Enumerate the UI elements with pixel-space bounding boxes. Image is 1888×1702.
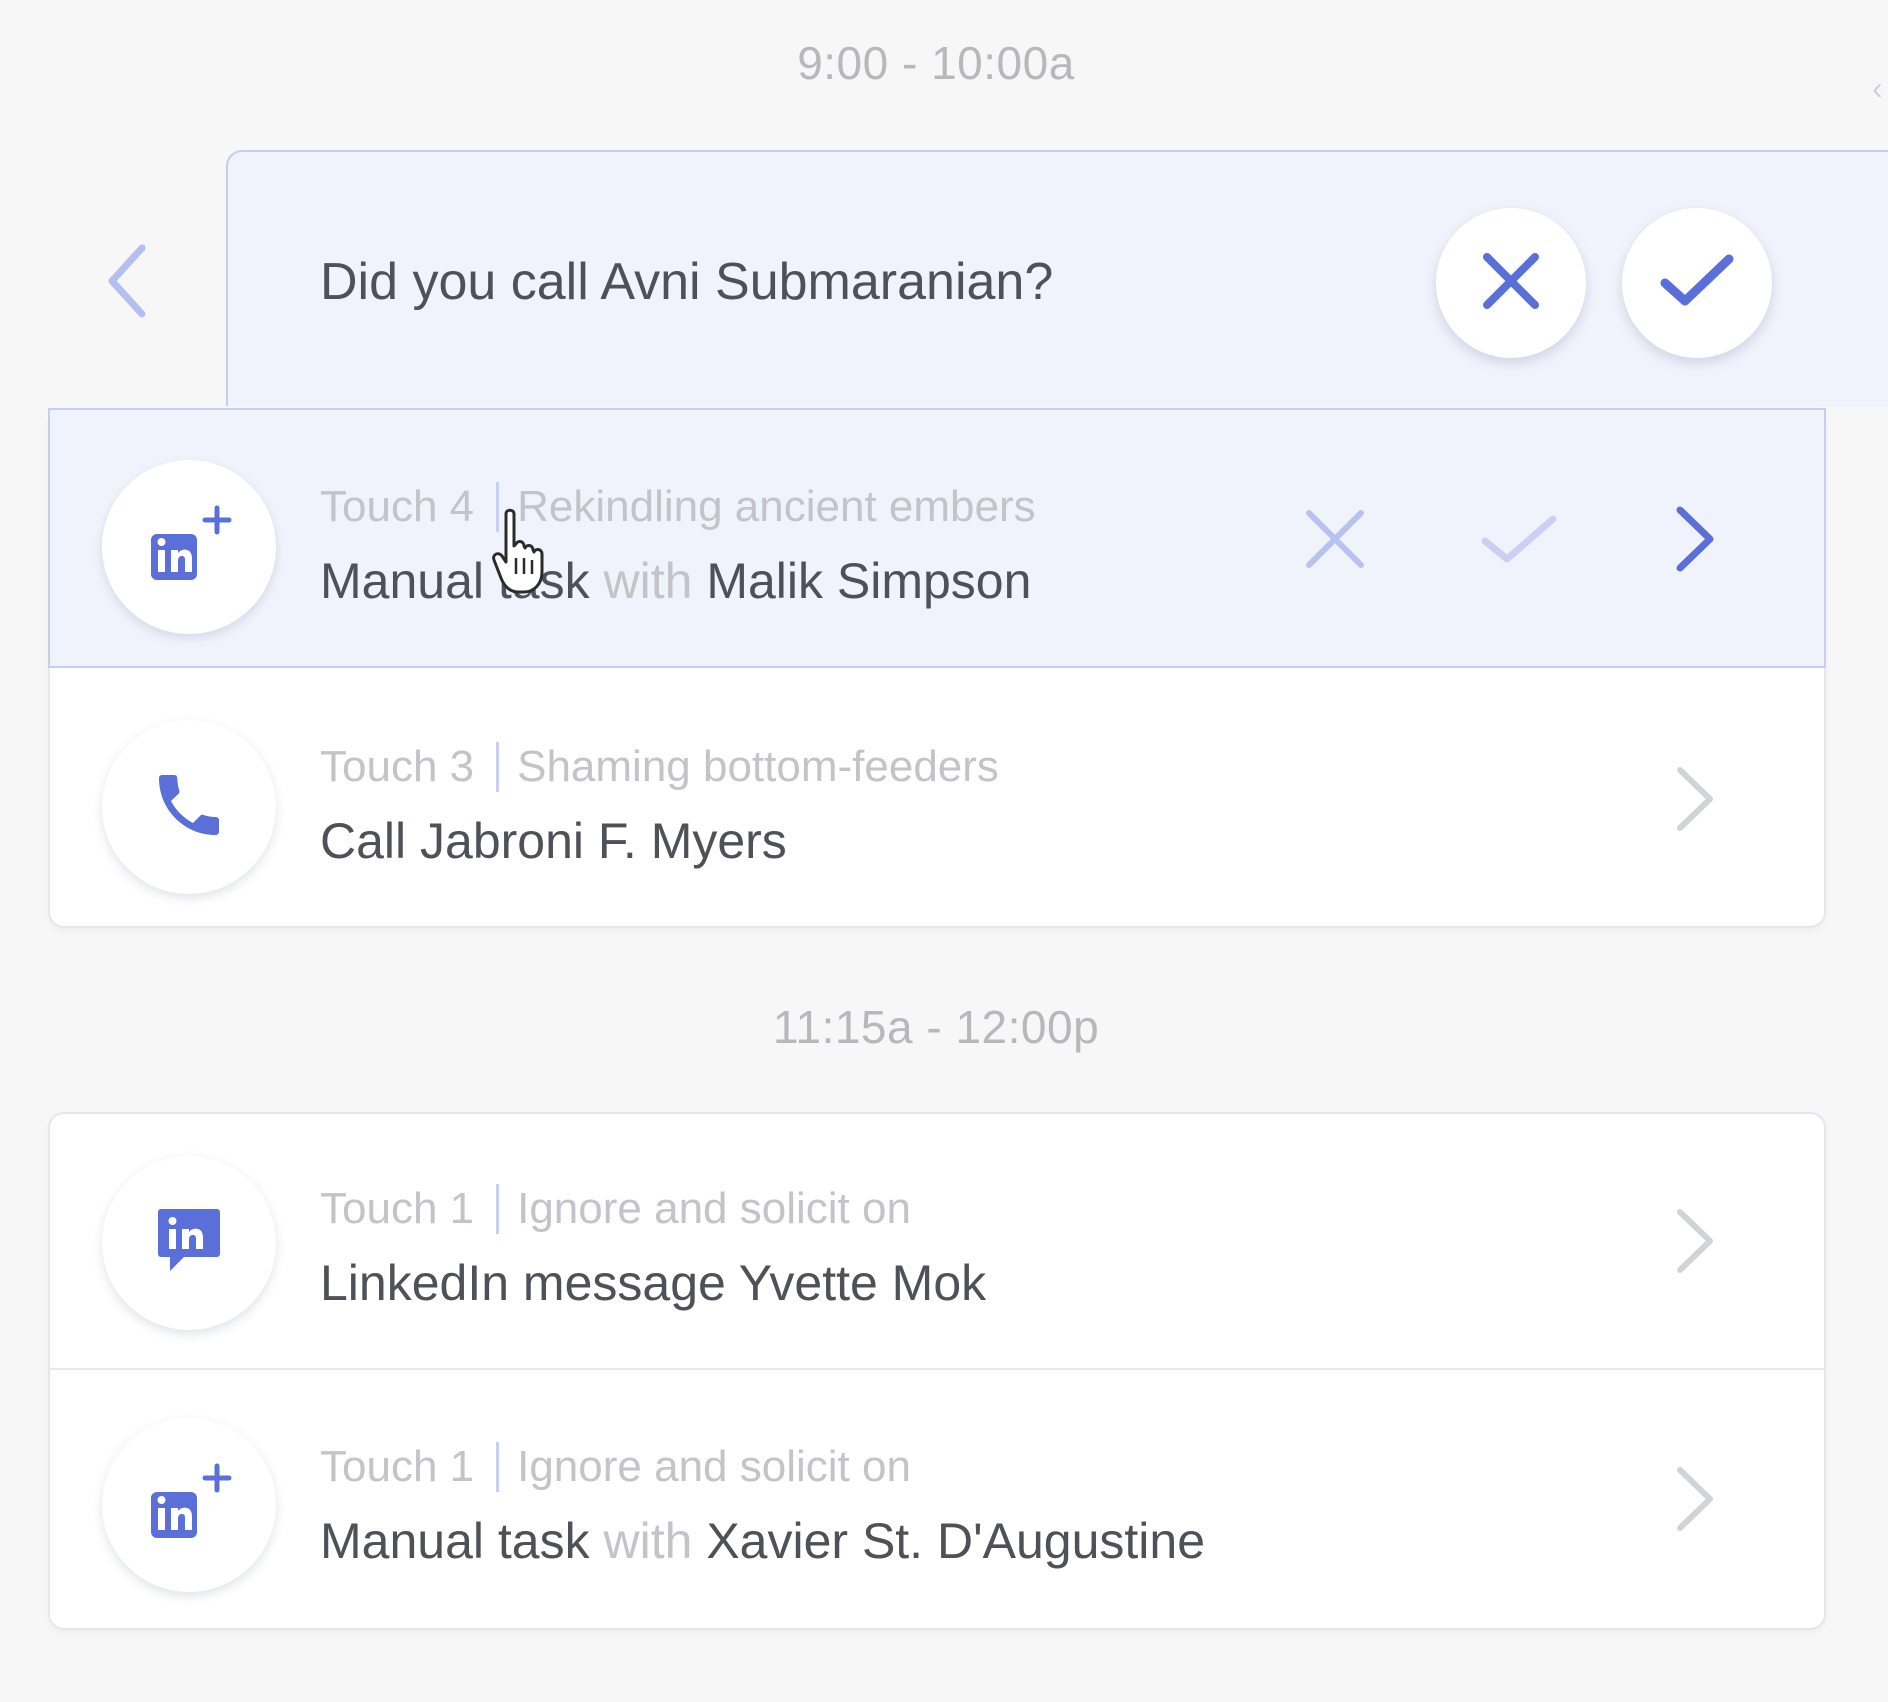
meta-separator (496, 1442, 500, 1492)
confirm-button[interactable] (1622, 208, 1772, 358)
chevron-right-icon (1672, 1206, 1718, 1281)
task-action: Manual task (320, 1513, 590, 1569)
task-title: Call Jabroni F. Myers (320, 812, 787, 870)
linkedin-message-icon (154, 1203, 224, 1284)
close-icon (1303, 507, 1367, 576)
complete-task-button[interactable] (1474, 496, 1564, 586)
chevron-right-icon (1672, 504, 1718, 579)
task-title: Manual task with Xavier St. D'Augustine (320, 1512, 1205, 1570)
task-type-badge (102, 1418, 276, 1592)
time-slot-label: 11:15a - 12:00p (772, 1001, 1100, 1053)
task-meta: Touch 1 Ignore and solicit on (320, 1184, 911, 1234)
task-row[interactable] (48, 1112, 1826, 1368)
task-title: LinkedIn message Yvette Mok (320, 1254, 986, 1312)
task-title: Manual task with Malik Simpson (320, 552, 1031, 610)
chevron-left-icon[interactable] (104, 242, 150, 320)
task-type-badge (102, 460, 276, 634)
open-task-button[interactable] (1650, 496, 1740, 586)
task-meta: Touch 4 Rekindling ancient embers (320, 482, 1036, 532)
chevron-right-icon (1672, 1464, 1718, 1539)
meta-separator (496, 1184, 500, 1234)
touch-number: Touch 1 (320, 1442, 475, 1491)
hand-cursor-icon (492, 506, 552, 596)
task-row[interactable] (48, 668, 1826, 926)
sequence-name: Shaming bottom-feeders (517, 742, 999, 791)
task-schedule: 9:00 - 10:00a ‹ Did you call Avni Submar… (0, 0, 1888, 1702)
task-meta: Touch 3 Shaming bottom-feeders (320, 742, 999, 792)
meta-separator (496, 742, 500, 792)
task-contact: Xavier St. D'Augustine (706, 1513, 1206, 1569)
open-task-button[interactable] (1650, 1198, 1740, 1288)
task-action: LinkedIn message Yvette Mok (320, 1255, 987, 1311)
dismiss-button[interactable] (1436, 208, 1586, 358)
touch-number: Touch 1 (320, 1184, 475, 1233)
task-connector: with (603, 1513, 693, 1569)
close-icon (1479, 249, 1543, 318)
linkedin-add-icon (141, 1458, 237, 1553)
task-contact: Malik Simpson (706, 553, 1032, 609)
prompt-question: Did you call Avni Submaranian? (320, 253, 1054, 311)
sequence-name: Ignore and solicit on (517, 1184, 911, 1233)
task-row[interactable] (48, 1370, 1826, 1628)
scroll-edge-indicator: ‹ (1872, 70, 1883, 106)
time-slot-label: 9:00 - 10:00a (797, 37, 1075, 89)
phone-icon (149, 765, 229, 850)
skip-task-button[interactable] (1290, 496, 1380, 586)
sequence-name: Rekindling ancient embers (517, 482, 1036, 531)
check-icon (1479, 509, 1559, 574)
open-task-button[interactable] (1650, 1456, 1740, 1546)
task-connector: with (603, 553, 693, 609)
touch-number: Touch 3 (320, 742, 475, 791)
chevron-right-icon (1672, 764, 1718, 839)
task-type-badge (102, 1156, 276, 1330)
task-type-badge (102, 720, 276, 894)
linkedin-add-icon (141, 500, 237, 595)
check-icon (1659, 251, 1735, 316)
task-meta: Touch 1 Ignore and solicit on (320, 1442, 911, 1492)
task-action: Call Jabroni F. Myers (320, 813, 787, 869)
sequence-name: Ignore and solicit on (517, 1442, 911, 1491)
touch-number: Touch 4 (320, 482, 475, 531)
open-task-button[interactable] (1650, 756, 1740, 846)
